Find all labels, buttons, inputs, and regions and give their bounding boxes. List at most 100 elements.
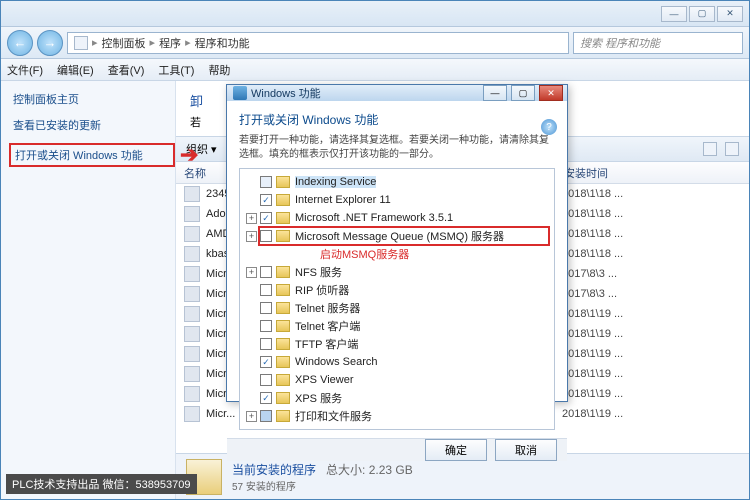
cancel-button[interactable]: 取消 <box>495 439 557 461</box>
dialog-heading: 打开或关闭 Windows 功能 <box>239 111 555 128</box>
program-date: 2018\1\18 ... <box>562 228 652 240</box>
sidebar-home[interactable]: 控制面板主页 <box>13 91 175 107</box>
program-icon <box>184 246 200 262</box>
dialog-minimize-button[interactable]: — <box>483 85 507 101</box>
program-icon <box>184 386 200 402</box>
menu-file[interactable]: 文件(F) <box>7 62 43 78</box>
breadcrumb[interactable]: ▸ 控制面板 ▸ 程序 ▸ 程序和功能 <box>67 32 569 54</box>
maximize-button[interactable]: ▢ <box>689 6 715 22</box>
checkbox[interactable] <box>260 284 272 296</box>
folder-icon <box>276 266 290 278</box>
feature-item[interactable]: TFTP 客户端 <box>240 335 554 353</box>
checkbox[interactable] <box>260 176 272 188</box>
dialog-desc: 若要打开一种功能，请选择其复选框。若要关闭一种功能，请清除其复选框。填充的框表示… <box>239 134 555 162</box>
feature-label: Internet Explorer 11 <box>295 194 391 206</box>
checkbox[interactable] <box>260 338 272 350</box>
menu-view[interactable]: 查看(V) <box>108 62 145 78</box>
feature-label: XPS Viewer <box>295 374 354 386</box>
folder-icon <box>276 392 290 404</box>
feature-label: TFTP 客户端 <box>295 336 358 352</box>
expand-icon[interactable]: + <box>246 231 257 242</box>
feature-label: NFS 服务 <box>295 264 342 280</box>
minimize-button[interactable]: — <box>661 6 687 22</box>
dialog-titlebar: Windows 功能 — ▢ ✕ <box>227 85 567 101</box>
feature-label: Indexing Service <box>295 176 376 188</box>
checkbox[interactable] <box>260 302 272 314</box>
folder-icon <box>276 176 290 188</box>
dialog-maximize-button[interactable]: ▢ <box>511 85 535 101</box>
checkbox[interactable]: ✓ <box>260 392 272 404</box>
checkbox[interactable]: ✓ <box>260 194 272 206</box>
feature-label: Microsoft .NET Framework 3.5.1 <box>295 212 453 224</box>
breadcrumb-item[interactable]: 控制面板 <box>102 35 146 51</box>
forward-button[interactable]: → <box>37 30 63 56</box>
program-icon <box>184 406 200 422</box>
program-date: 2018\1\19 ... <box>562 328 652 340</box>
program-icon <box>184 366 200 382</box>
feature-item[interactable]: RIP 侦听器 <box>240 281 554 299</box>
checkbox[interactable]: ✓ <box>260 212 272 224</box>
expand-icon[interactable]: + <box>246 213 257 224</box>
folder-icon <box>276 338 290 350</box>
program-icon <box>184 206 200 222</box>
program-icon <box>184 286 200 302</box>
checkbox[interactable] <box>260 230 272 242</box>
feature-item[interactable]: ✓ Internet Explorer 11 <box>240 191 554 209</box>
sidebar: 控制面板主页 查看已安装的更新 打开或关闭 Windows 功能 <box>1 81 176 499</box>
sidebar-updates[interactable]: 查看已安装的更新 <box>13 117 175 133</box>
col-date[interactable]: 安装时间 <box>564 165 654 181</box>
breadcrumb-item[interactable]: 程序和功能 <box>195 35 250 51</box>
feature-label: XPS 服务 <box>295 390 342 406</box>
windows-features-dialog: Windows 功能 — ▢ ✕ ? 打开或关闭 Windows 功能 若要打开… <box>226 84 568 402</box>
program-date: 2017\8\3 ... <box>562 268 652 280</box>
program-icon <box>184 346 200 362</box>
features-tree[interactable]: Indexing Service✓Internet Explorer 11+✓M… <box>239 168 555 430</box>
feature-item[interactable]: + Microsoft Message Queue (MSMQ) 服务器 <box>240 227 554 245</box>
folder-icon <box>276 356 290 368</box>
program-date: 2017\8\3 ... <box>562 288 652 300</box>
search-input[interactable]: 搜索 程序和功能 <box>573 32 743 54</box>
menu-tools[interactable]: 工具(T) <box>158 62 194 78</box>
checkbox[interactable] <box>260 374 272 386</box>
feature-item[interactable]: Telnet 客户端 <box>240 317 554 335</box>
checkbox[interactable] <box>260 320 272 332</box>
help-icon[interactable]: ? <box>541 119 557 135</box>
feature-item[interactable]: +✓ Microsoft .NET Framework 3.5.1 <box>240 209 554 227</box>
feature-item[interactable]: XPS Viewer <box>240 371 554 389</box>
dialog-title: Windows 功能 <box>251 85 479 101</box>
navbar: ← → ▸ 控制面板 ▸ 程序 ▸ 程序和功能 搜索 程序和功能 <box>1 27 749 59</box>
feature-item[interactable]: + NFS 服务 <box>240 263 554 281</box>
expand-icon[interactable]: + <box>246 267 257 278</box>
folder-icon <box>276 212 290 224</box>
program-date: 2018\1\18 ... <box>562 188 652 200</box>
checkbox[interactable]: ✓ <box>260 356 272 368</box>
menubar: 文件(F) 编辑(E) 查看(V) 工具(T) 帮助 <box>1 59 749 81</box>
help-icon[interactable] <box>725 142 739 156</box>
program-icon <box>184 266 200 282</box>
feature-label: Windows Search <box>295 356 378 368</box>
feature-item[interactable]: ✓ Windows Search <box>240 353 554 371</box>
feature-item[interactable]: +打印和文件服务 <box>240 407 554 425</box>
feature-label: Microsoft Message Queue (MSMQ) 服务器 <box>295 228 504 244</box>
feature-item[interactable]: ✓ XPS 服务 <box>240 389 554 407</box>
checkbox[interactable] <box>260 266 272 278</box>
folder-icon <box>276 320 290 332</box>
feature-item[interactable]: Indexing Service <box>240 173 554 191</box>
feature-item[interactable]: Telnet 服务器 <box>240 299 554 317</box>
expand-icon[interactable]: + <box>246 411 257 422</box>
sidebar-windows-features[interactable]: 打开或关闭 Windows 功能 <box>9 143 175 167</box>
checkbox[interactable] <box>260 410 272 422</box>
menu-help[interactable]: 帮助 <box>208 62 230 78</box>
ok-button[interactable]: 确定 <box>425 439 487 461</box>
back-button[interactable]: ← <box>7 30 33 56</box>
view-icon[interactable] <box>703 142 717 156</box>
dialog-buttons: 确定 取消 <box>227 438 567 461</box>
breadcrumb-item[interactable]: 程序 <box>159 35 181 51</box>
msmq-annotation: 启动MSMQ服务器 <box>320 246 409 262</box>
dialog-close-button[interactable]: ✕ <box>539 85 563 101</box>
program-icon <box>184 306 200 322</box>
menu-edit[interactable]: 编辑(E) <box>57 62 94 78</box>
close-button[interactable]: ✕ <box>717 6 743 22</box>
program-icon <box>184 226 200 242</box>
program-date: 2018\1\18 ... <box>562 248 652 260</box>
